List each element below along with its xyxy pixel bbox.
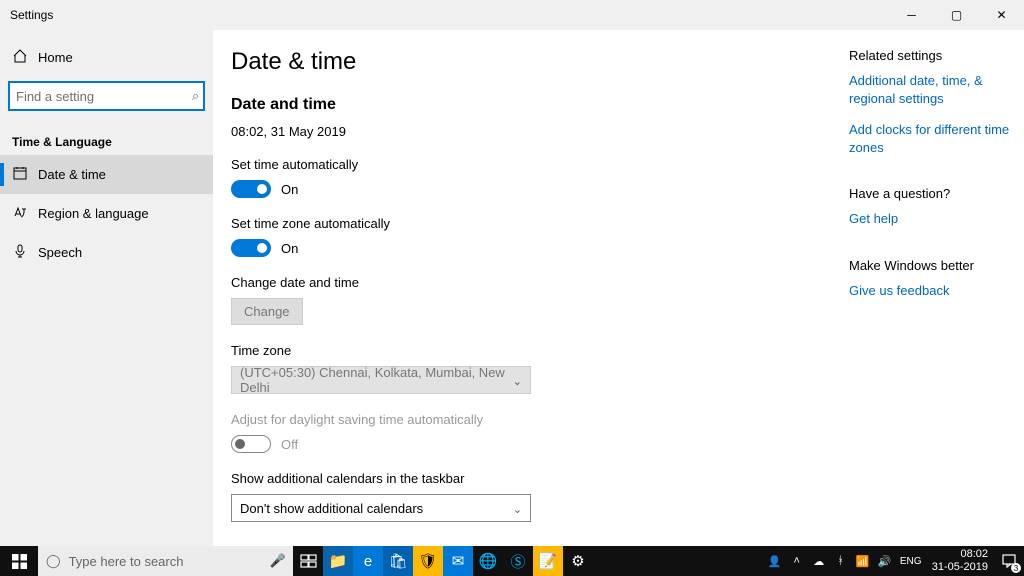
taskbar: ◯ Type here to search 🎤 📁 e 🛍 🛡 ✉ 🌐 Ⓢ 📝 … <box>0 546 1024 576</box>
page-title: Date & time <box>231 48 849 76</box>
window-maximize-button[interactable]: ▢ <box>934 0 979 30</box>
home-icon <box>12 48 28 67</box>
task-view-button[interactable] <box>293 546 323 576</box>
tray-bluetooth-icon[interactable]: ᚼ <box>830 546 852 576</box>
taskbar-mic-icon[interactable]: 🎤 <box>263 546 293 576</box>
tray-wifi-icon[interactable]: 📶 <box>852 546 874 576</box>
start-button[interactable] <box>0 546 38 576</box>
chevron-down-icon <box>513 501 522 516</box>
label-timezone: Time zone <box>231 343 849 358</box>
label-additional-calendars: Show additional calendars in the taskbar <box>231 471 849 486</box>
nav-home[interactable]: Home <box>0 42 213 73</box>
toggle-dst <box>231 435 271 453</box>
tray-language[interactable]: ENG <box>896 546 926 576</box>
side-heading-related: Related settings <box>849 48 1018 63</box>
tray-onedrive-icon[interactable]: ☁ <box>808 546 830 576</box>
tray-clock[interactable]: 08:02 31-05-2019 <box>926 548 994 574</box>
sidebar-search-input[interactable] <box>16 89 192 104</box>
sidebar: Home ⌕ Time & Language Date & time Regio… <box>0 30 213 576</box>
calendars-value: Don't show additional calendars <box>240 501 423 516</box>
sidebar-category-label: Time & Language <box>0 129 213 155</box>
side-heading-better: Make Windows better <box>849 258 1018 273</box>
taskbar-app-file-explorer[interactable]: 📁 <box>323 546 353 576</box>
sidebar-search[interactable]: ⌕ <box>8 81 205 111</box>
toggle-set-tz-auto-state: On <box>281 241 298 256</box>
chevron-down-icon <box>513 373 522 388</box>
link-feedback[interactable]: Give us feedback <box>849 282 1018 300</box>
nav-speech[interactable]: Speech <box>0 233 213 272</box>
side-panel: Related settings Additional date, time, … <box>849 48 1024 576</box>
link-get-help[interactable]: Get help <box>849 210 1018 228</box>
tray-people-icon[interactable]: 👤 <box>764 546 786 576</box>
nav-region-language[interactable]: Region & language <box>0 194 213 233</box>
content-main: Date & time Date and time 08:02, 31 May … <box>231 48 849 576</box>
language-icon <box>12 204 28 223</box>
taskbar-app-mail[interactable]: ✉ <box>443 546 473 576</box>
search-icon: ⌕ <box>192 88 199 104</box>
toggle-set-time-auto[interactable] <box>231 180 271 198</box>
nav-item-label: Date & time <box>38 167 106 182</box>
side-heading-question: Have a question? <box>849 186 1018 201</box>
link-add-clocks[interactable]: Add clocks for different time zones <box>849 121 1018 156</box>
nav-item-label: Speech <box>38 245 82 260</box>
toggle-set-tz-auto[interactable] <box>231 239 271 257</box>
taskbar-search-placeholder: Type here to search <box>69 554 184 569</box>
window-minimize-button[interactable]: ─ <box>889 0 934 30</box>
taskbar-search[interactable]: ◯ Type here to search <box>38 546 263 576</box>
timezone-select: (UTC+05:30) Chennai, Kolkata, Mumbai, Ne… <box>231 366 531 394</box>
titlebar: Settings ─ ▢ ✕ <box>0 0 1024 30</box>
nav-item-label: Region & language <box>38 206 149 221</box>
tray-overflow-icon[interactable]: ˄ <box>786 546 808 576</box>
label-change-datetime: Change date and time <box>231 275 849 290</box>
nav-date-time[interactable]: Date & time <box>0 155 213 194</box>
label-dst: Adjust for daylight saving time automati… <box>231 412 849 427</box>
current-datetime: 08:02, 31 May 2019 <box>231 124 849 139</box>
notif-badge: 3 <box>1011 563 1021 573</box>
link-regional-settings[interactable]: Additional date, time, & regional settin… <box>849 72 1018 107</box>
label-set-tz-auto: Set time zone automatically <box>231 216 849 231</box>
cortana-icon: ◯ <box>46 553 61 569</box>
tray-notifications[interactable]: 3 <box>994 546 1024 576</box>
calendars-select[interactable]: Don't show additional calendars <box>231 494 531 522</box>
tray-time: 08:02 <box>932 548 988 561</box>
taskbar-app-security[interactable]: 🛡 <box>413 546 443 576</box>
tray-volume-icon[interactable]: 🔊 <box>874 546 896 576</box>
label-set-time-auto: Set time automatically <box>231 157 849 172</box>
toggle-dst-state: Off <box>281 437 298 452</box>
taskbar-app-skype[interactable]: Ⓢ <box>503 546 533 576</box>
titlebar-text: Settings <box>10 8 53 22</box>
timezone-value: (UTC+05:30) Chennai, Kolkata, Mumbai, Ne… <box>240 365 513 395</box>
section-heading-datetime: Date and time <box>231 96 849 114</box>
taskbar-app-settings[interactable]: ⚙ <box>563 546 593 576</box>
calendar-clock-icon <box>12 165 28 184</box>
nav-home-label: Home <box>38 50 73 65</box>
taskbar-app-store[interactable]: 🛍 <box>383 546 413 576</box>
taskbar-app-note[interactable]: 📝 <box>533 546 563 576</box>
window-close-button[interactable]: ✕ <box>979 0 1024 30</box>
tray-date: 31-05-2019 <box>932 561 988 574</box>
microphone-icon <box>12 243 28 262</box>
change-button: Change <box>231 298 303 325</box>
toggle-set-time-auto-state: On <box>281 182 298 197</box>
taskbar-app-chrome[interactable]: 🌐 <box>473 546 503 576</box>
taskbar-app-edge[interactable]: e <box>353 546 383 576</box>
